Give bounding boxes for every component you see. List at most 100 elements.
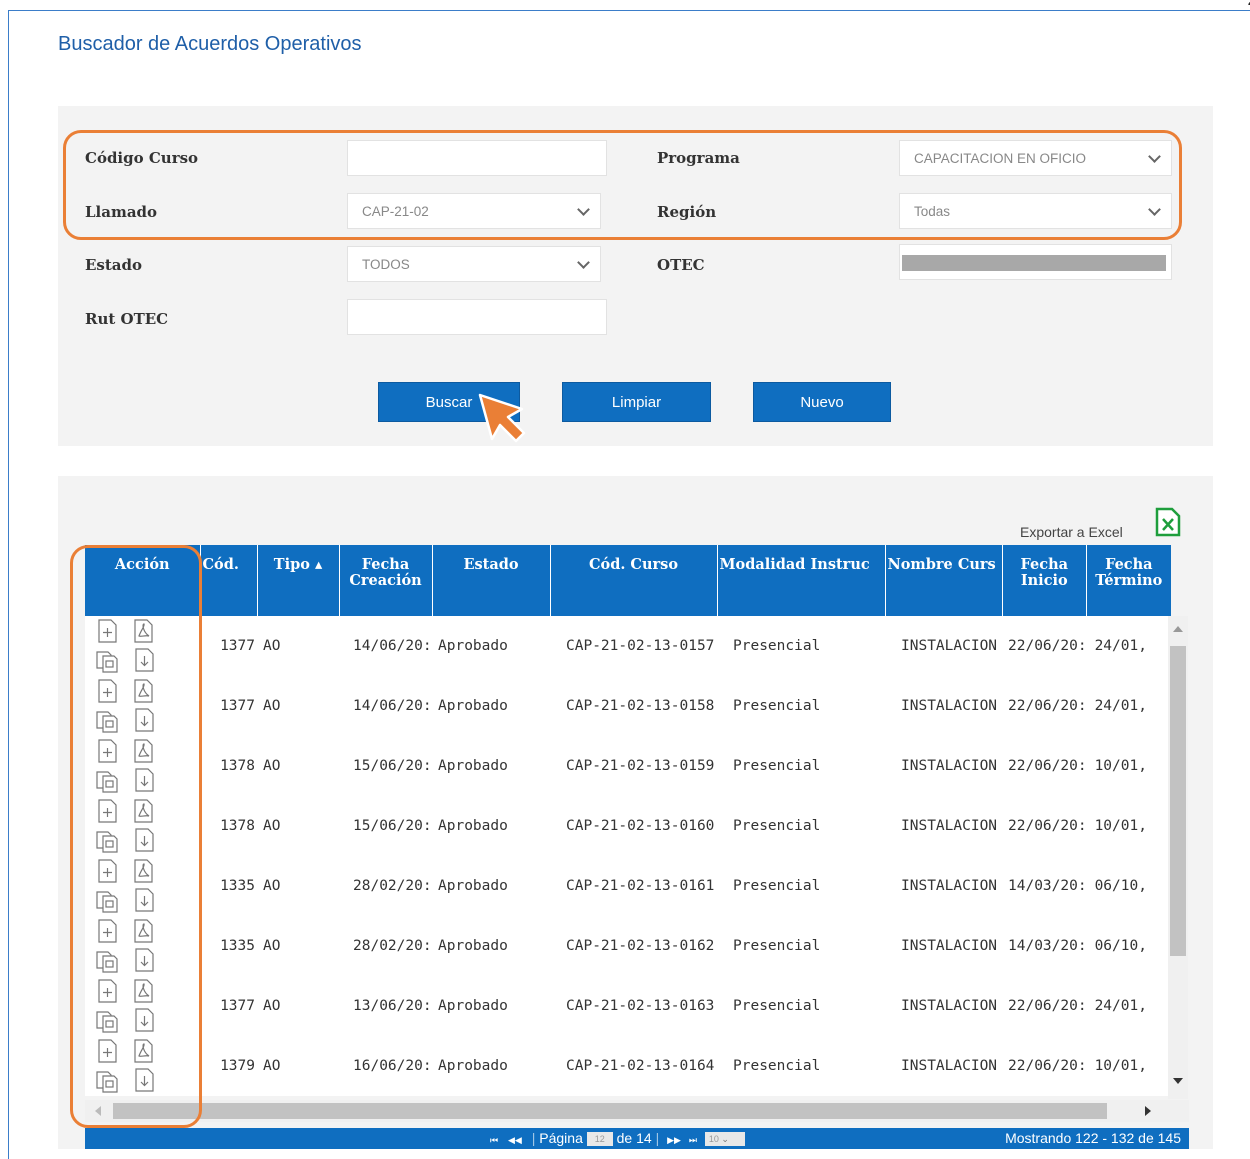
table-row[interactable]: 1379 AO 16/06/20: Aprobado CAP-21-02-13-0164…: [85, 1036, 1171, 1096]
cell-nombre-curso: INSTALACION: [885, 736, 1002, 796]
redacted-value: [902, 255, 1166, 271]
cell-fecha-creacion: 28/02/20:: [339, 916, 432, 976]
col-fecha-creacion[interactable]: Fecha Creación: [339, 545, 433, 616]
cell-fecha-creacion: 16/06/20:: [339, 1036, 432, 1096]
cell-fecha-creacion: 28/02/20:: [339, 856, 432, 916]
scroll-up-icon[interactable]: [1173, 626, 1183, 632]
cell-nombre-curso: INSTALACION: [885, 1036, 1002, 1096]
cell-cod: 1379: [200, 1036, 257, 1096]
cell-fecha-creacion: 14/06/20:: [339, 676, 432, 736]
excel-icon[interactable]: [1154, 506, 1182, 538]
otec-input[interactable]: [899, 244, 1172, 280]
highlight-action-column: [70, 545, 202, 1128]
horizontal-scroll-thumb[interactable]: [113, 1103, 1107, 1119]
cell-fecha-termino: 24/01,: [1086, 616, 1171, 676]
cell-fecha-termino: 24/01,: [1086, 676, 1171, 736]
cell-cod: 1378: [200, 796, 257, 856]
cell-nombre-curso: INSTALACION: [885, 796, 1002, 856]
page-title: Buscador de Acuerdos Operativos: [58, 33, 362, 55]
chevron-down-icon: ⌄: [721, 1134, 729, 1145]
cell-fecha-inicio: 14/03/20:: [1002, 916, 1087, 976]
cell-fecha-inicio: 22/06/20:: [1002, 616, 1087, 676]
table-row[interactable]: 1377 AO 13/06/20: Aprobado CAP-21-02-13-0163…: [85, 976, 1171, 1036]
first-page-icon[interactable]: ⏮: [490, 1135, 498, 1145]
cell-estado: Aprobado: [432, 616, 550, 676]
col-modalidad[interactable]: Modalidad Instruc: [717, 545, 886, 616]
vertical-scroll-thumb[interactable]: [1170, 646, 1186, 956]
page-size-select[interactable]: 10 ⌄: [704, 1132, 745, 1147]
cell-cod: 1377: [200, 676, 257, 736]
last-page-icon[interactable]: ⏭: [689, 1135, 697, 1145]
table-row[interactable]: 1378 AO 15/06/20: Aprobado CAP-21-02-13-0160…: [85, 796, 1171, 856]
col-tipo[interactable]: Tipo ▴: [257, 545, 340, 616]
cell-cod-curso: CAP-21-02-13-0164: [550, 1036, 717, 1096]
cell-nombre-curso: INSTALACION: [885, 616, 1002, 676]
cell-nombre-curso: INSTALACION: [885, 856, 1002, 916]
vertical-scrollbar[interactable]: [1168, 616, 1188, 1099]
pager-status: Mostrando 122 - 132 de 145: [1005, 1130, 1181, 1146]
cell-fecha-termino: 24/01,: [1086, 976, 1171, 1036]
nuevo-button[interactable]: Nuevo: [753, 382, 891, 422]
col-fecha-inicio[interactable]: Fecha Inicio: [1002, 545, 1088, 616]
cell-fecha-inicio: 14/03/20:: [1002, 856, 1087, 916]
cell-tipo: AO: [257, 736, 339, 796]
cell-cod-curso: CAP-21-02-13-0160: [550, 796, 717, 856]
cell-estado: Aprobado: [432, 976, 550, 1036]
cell-fecha-termino: 10/01,: [1086, 796, 1171, 856]
cell-fecha-creacion: 14/06/20:: [339, 616, 432, 676]
table-header-row: Acción Cód. Tipo ▴ Fecha Creación Estado …: [85, 545, 1171, 616]
cell-fecha-inicio: 22/06/20:: [1002, 1036, 1087, 1096]
rut-otec-input[interactable]: [347, 299, 607, 335]
page-label: Página: [539, 1130, 583, 1146]
table-row[interactable]: 1377 AO 14/06/20: Aprobado CAP-21-02-13-0157…: [85, 616, 1171, 676]
cell-cod-curso: CAP-21-02-13-0163: [550, 976, 717, 1036]
page-number-input[interactable]: 12: [586, 1132, 613, 1147]
estado-select[interactable]: TODOS: [347, 246, 601, 282]
scroll-down-icon[interactable]: [1173, 1078, 1183, 1084]
table-row[interactable]: 1378 AO 15/06/20: Aprobado CAP-21-02-13-0159…: [85, 736, 1171, 796]
export-excel-link[interactable]: Exportar a Excel: [1020, 524, 1123, 540]
cell-estado: Aprobado: [432, 916, 550, 976]
scroll-right-icon[interactable]: [1145, 1106, 1151, 1116]
cell-tipo: AO: [257, 976, 339, 1036]
highlight-filters: [63, 130, 1182, 240]
cell-fecha-creacion: 15/06/20:: [339, 736, 432, 796]
cell-modalidad: Presencial: [717, 616, 885, 676]
horizontal-scrollbar[interactable]: [85, 1100, 1189, 1122]
cell-estado: Aprobado: [432, 856, 550, 916]
col-nombre-curso[interactable]: Nombre Curs: [885, 545, 1003, 616]
cell-cod: 1377: [200, 616, 257, 676]
estado-value: TODOS: [362, 257, 410, 272]
page-total: de 14: [616, 1130, 652, 1146]
prev-page-icon[interactable]: ◀◀: [508, 1135, 522, 1145]
table-row[interactable]: 1335 AO 28/02/20: Aprobado CAP-21-02-13-0161…: [85, 856, 1171, 916]
cell-cod: 1335: [200, 916, 257, 976]
cell-modalidad: Presencial: [717, 1036, 885, 1096]
cell-fecha-inicio: 22/06/20:: [1002, 676, 1087, 736]
cell-cod: 1377: [200, 976, 257, 1036]
col-estado[interactable]: Estado: [432, 545, 551, 616]
col-cod-curso[interactable]: Cód. Curso: [550, 545, 718, 616]
cell-tipo: AO: [257, 796, 339, 856]
cell-cod-curso: CAP-21-02-13-0159: [550, 736, 717, 796]
cell-cod-curso: CAP-21-02-13-0157: [550, 616, 717, 676]
cell-tipo: AO: [257, 856, 339, 916]
chevron-down-icon: [577, 256, 590, 269]
cell-estado: Aprobado: [432, 1036, 550, 1096]
cell-cod: 1335: [200, 856, 257, 916]
cell-estado: Aprobado: [432, 676, 550, 736]
cell-cod-curso: CAP-21-02-13-0161: [550, 856, 717, 916]
cell-nombre-curso: INSTALACION: [885, 976, 1002, 1036]
next-page-icon[interactable]: ▶▶: [667, 1135, 681, 1145]
cell-tipo: AO: [257, 676, 339, 736]
cell-tipo: AO: [257, 916, 339, 976]
col-cod[interactable]: Cód.: [200, 545, 258, 616]
col-fecha-termino[interactable]: Fecha Término: [1086, 545, 1171, 616]
cell-modalidad: Presencial: [717, 856, 885, 916]
table-row[interactable]: 1335 AO 28/02/20: Aprobado CAP-21-02-13-0162…: [85, 916, 1171, 976]
cell-fecha-termino: 10/01,: [1086, 1036, 1171, 1096]
limpiar-button[interactable]: Limpiar: [562, 382, 711, 422]
otec-label: OTEC: [657, 256, 705, 274]
table-row[interactable]: 1377 AO 14/06/20: Aprobado CAP-21-02-13-0158…: [85, 676, 1171, 736]
cell-estado: Aprobado: [432, 796, 550, 856]
